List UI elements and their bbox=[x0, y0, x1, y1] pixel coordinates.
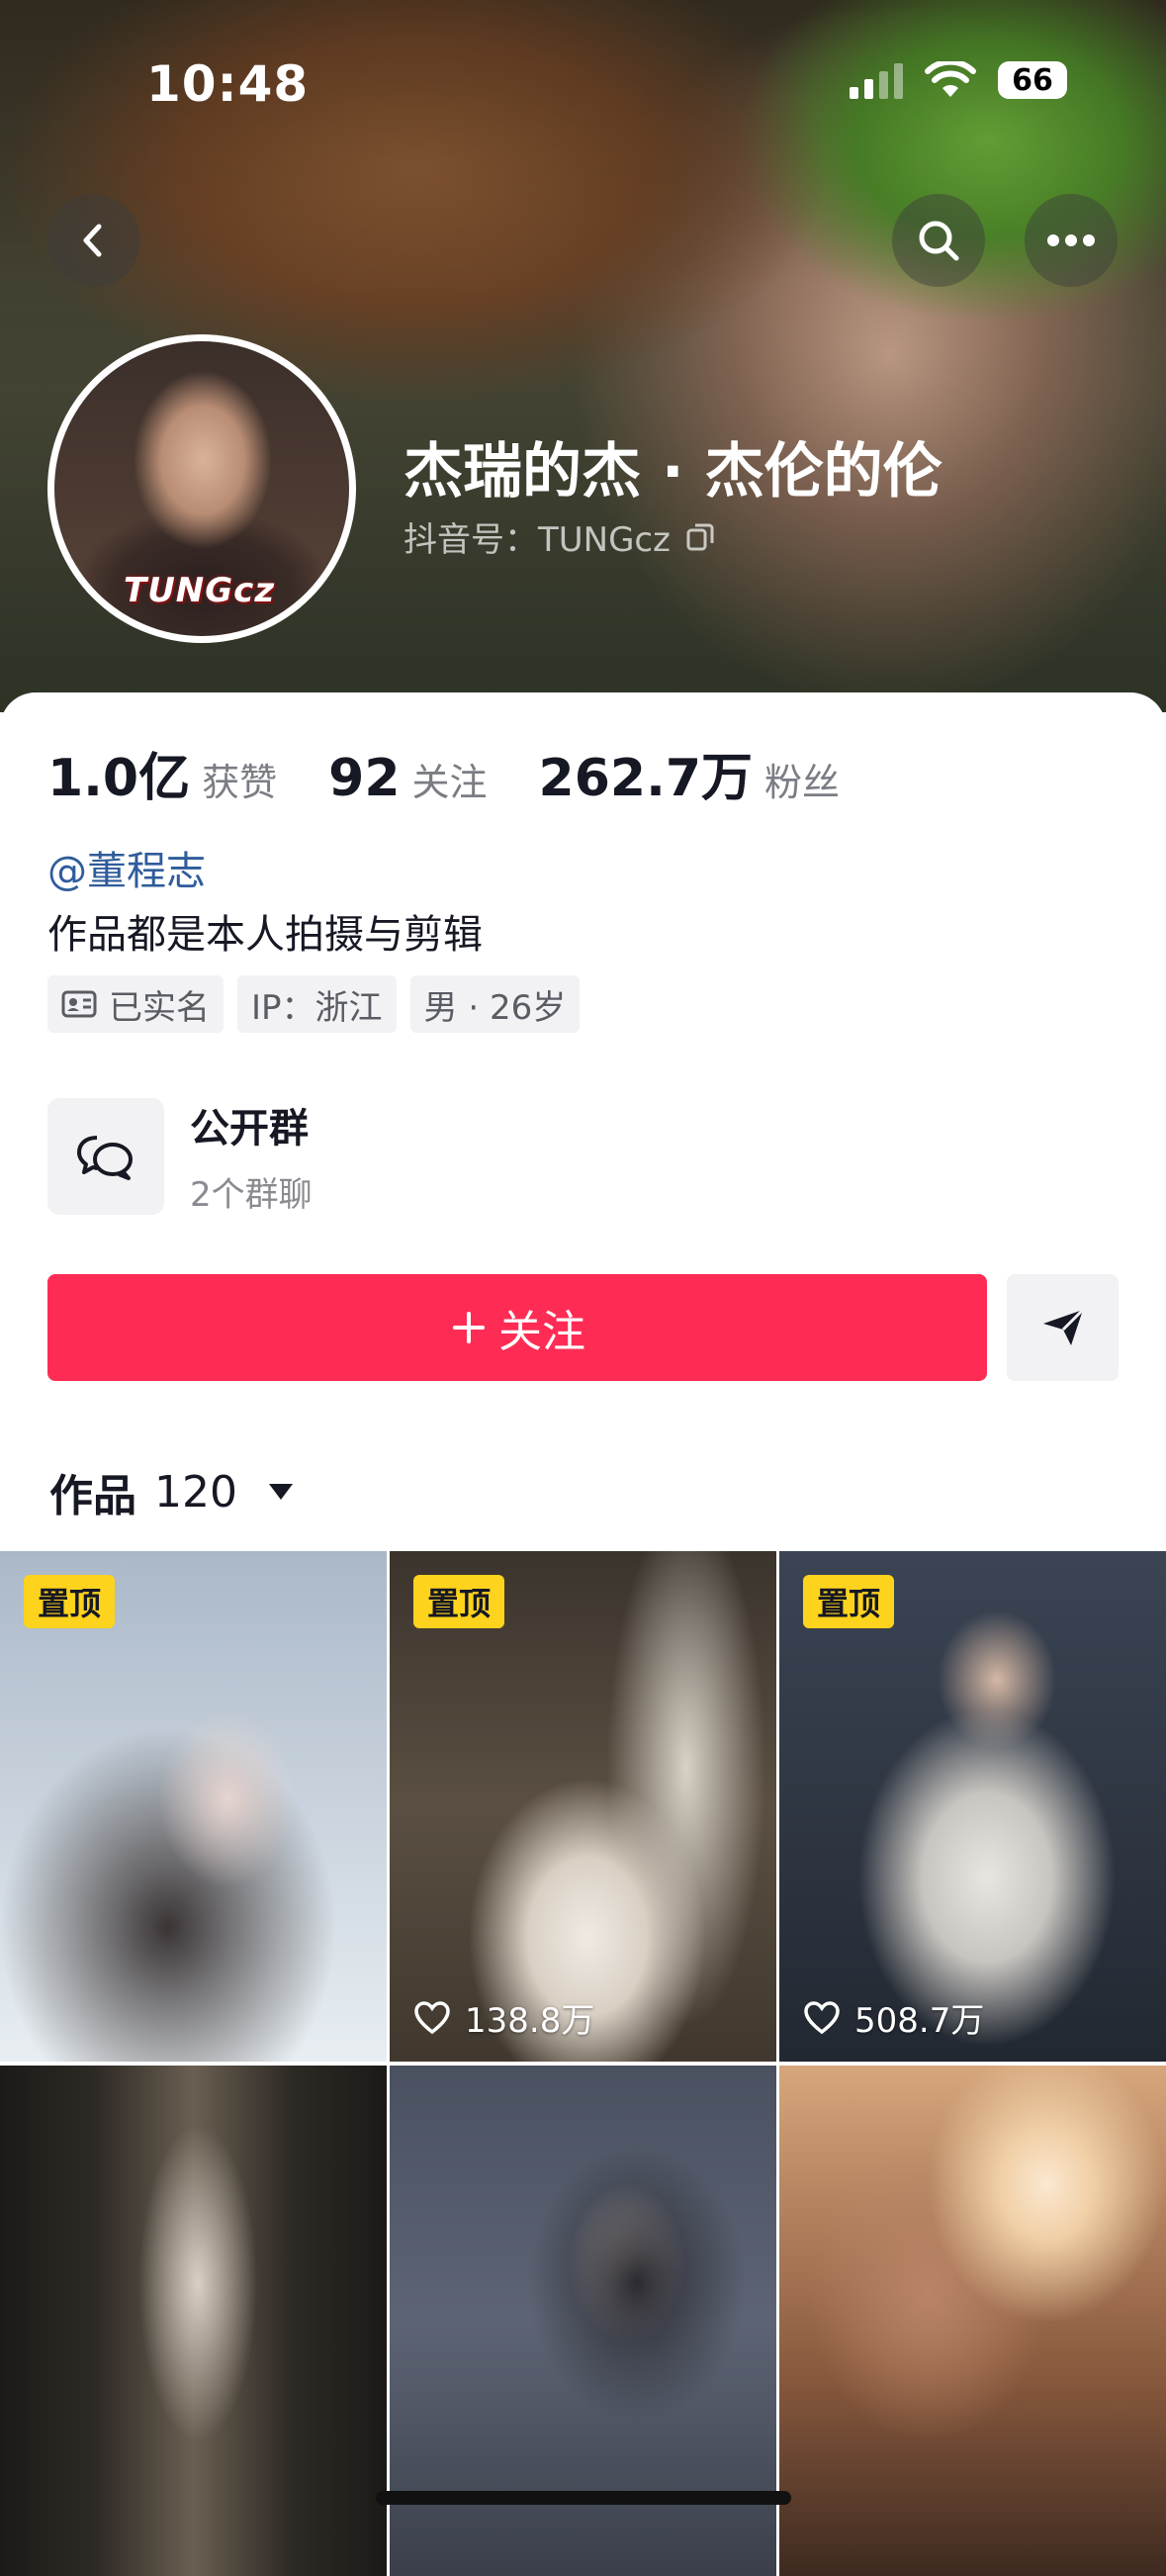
video-thumbnail[interactable] bbox=[0, 2066, 387, 2576]
more-dots-icon bbox=[1047, 234, 1095, 246]
plus-icon bbox=[453, 1312, 485, 1343]
profile-tags: 已实名 IP：浙江 男 · 26岁 bbox=[47, 975, 581, 1033]
stat-value: 92 bbox=[328, 749, 401, 808]
likes-count: 138.8万 bbox=[413, 1993, 594, 2042]
video-thumbnail[interactable]: 置顶 508.7万 bbox=[779, 1551, 1166, 2062]
tag-gender-age: 男 · 26岁 bbox=[409, 975, 581, 1033]
group-text: 公开群 2个群聊 bbox=[190, 1096, 313, 1216]
wifi-icon bbox=[925, 61, 976, 97]
battery-indicator: 66 bbox=[998, 61, 1067, 99]
tag-ip: IP：浙江 bbox=[237, 975, 397, 1033]
pinned-badge: 置顶 bbox=[413, 1575, 505, 1628]
group-title: 公开群 bbox=[190, 1106, 309, 1151]
follow-label: 关注 bbox=[498, 1307, 585, 1357]
search-button[interactable] bbox=[892, 194, 985, 287]
profile-name: 杰瑞的杰 · 杰伦的伦 bbox=[404, 437, 942, 506]
follow-button[interactable]: 关注 bbox=[47, 1274, 987, 1381]
share-button[interactable] bbox=[1007, 1274, 1119, 1381]
works-tab[interactable]: 作品 120 bbox=[49, 1460, 293, 1523]
douyin-id[interactable]: 抖音号：TUNGcz bbox=[404, 512, 716, 561]
caret-down-icon bbox=[268, 1484, 293, 1500]
id-card-icon bbox=[61, 990, 97, 1018]
tag-label: 已实名 bbox=[109, 987, 210, 1028]
tag-label: 男 · 26岁 bbox=[423, 987, 567, 1028]
stat-label: 粉丝 bbox=[764, 761, 841, 804]
heart-icon bbox=[414, 2000, 450, 2034]
back-button[interactable] bbox=[47, 194, 140, 287]
chat-bubbles-icon bbox=[77, 1135, 133, 1180]
public-group-entry[interactable]: 公开群 2个群聊 bbox=[47, 1096, 313, 1216]
stat-value: 1.0亿 bbox=[47, 749, 191, 808]
group-subtitle: 2个群聊 bbox=[190, 1175, 313, 1215]
tag-verified[interactable]: 已实名 bbox=[47, 975, 224, 1033]
pinned-badge: 置顶 bbox=[24, 1575, 116, 1628]
douyin-id-text: 抖音号：TUNGcz bbox=[404, 520, 671, 560]
status-time: 10:48 bbox=[146, 55, 310, 113]
chevron-left-icon bbox=[83, 224, 102, 257]
likes-value: 508.7万 bbox=[854, 2001, 985, 2041]
search-icon bbox=[919, 221, 959, 261]
avatar[interactable]: TUNGcz bbox=[47, 334, 356, 643]
mention-link[interactable]: @董程志 bbox=[47, 839, 206, 896]
works-label: 作品 bbox=[49, 1471, 136, 1521]
works-count: 120 bbox=[154, 1466, 237, 1518]
group-icon-box bbox=[47, 1097, 164, 1215]
send-icon bbox=[1042, 1308, 1084, 1345]
video-thumbnail[interactable]: 置顶 bbox=[0, 1551, 387, 2062]
video-thumbnail[interactable]: 置顶 138.8万 bbox=[390, 1551, 776, 2062]
tag-label: IP：浙江 bbox=[251, 987, 383, 1028]
stat-label: 获赞 bbox=[202, 761, 278, 804]
likes-value: 138.8万 bbox=[465, 2001, 595, 2041]
stat-followers[interactable]: 262.7万 粉丝 bbox=[539, 736, 841, 810]
likes-count: 508.7万 bbox=[803, 1993, 984, 2042]
bio-text: 作品都是本人拍摄与剪辑 bbox=[47, 912, 483, 958]
cellular-signal-icon bbox=[850, 61, 903, 99]
copy-icon[interactable] bbox=[684, 521, 716, 553]
more-button[interactable] bbox=[1025, 194, 1118, 287]
home-indicator bbox=[376, 2491, 791, 2505]
avatar-image: TUNGcz bbox=[54, 341, 349, 636]
stat-label: 关注 bbox=[411, 761, 488, 804]
status-icons: 66 bbox=[850, 61, 1067, 99]
stat-likes[interactable]: 1.0亿 获赞 bbox=[47, 736, 277, 810]
heart-icon bbox=[804, 2000, 840, 2034]
video-thumbnail[interactable] bbox=[779, 2066, 1166, 2576]
stat-value: 262.7万 bbox=[538, 749, 754, 808]
avatar-logo: TUNGcz bbox=[124, 571, 276, 610]
pinned-badge: 置顶 bbox=[803, 1575, 895, 1628]
profile-stats: 1.0亿 获赞 92 关注 262.7万 粉丝 bbox=[47, 736, 891, 810]
stat-following[interactable]: 92 关注 bbox=[328, 749, 487, 808]
